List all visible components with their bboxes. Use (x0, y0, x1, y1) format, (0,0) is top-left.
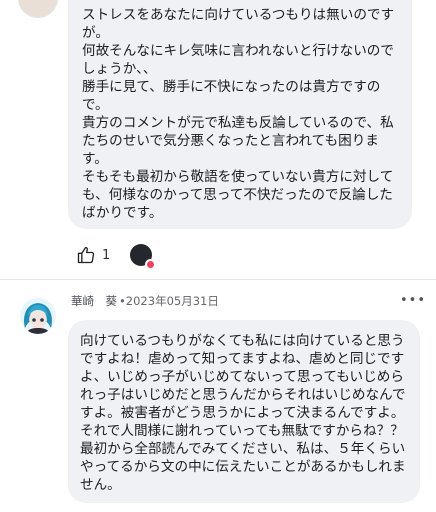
comment-meta: 華崎 葵 • 2023年05月31日 (71, 293, 219, 309)
thumbs-up-icon (76, 245, 96, 265)
comment-bubble: 向けているつもりがなくても私には向けていると思うですよね！虐めって知ってますよね… (68, 320, 420, 503)
comment-text: 向けているつもりがなくても私には向けていると思うですよね！虐めって知ってますよね… (80, 333, 406, 493)
avatar-top[interactable] (18, 0, 58, 18)
avatar[interactable] (20, 298, 56, 334)
more-options-button[interactable]: ••• (400, 293, 426, 308)
meta-separator: • (119, 294, 126, 308)
comment-bubble: ストレスをあなたに向けているつもりは無いのですが。 何故そんなにキレ気味に言われ… (68, 0, 412, 229)
like-button[interactable]: 1 (76, 245, 110, 265)
like-count: 1 (102, 247, 111, 263)
heart-icon (145, 259, 157, 270)
reactor-avatar[interactable] (130, 244, 157, 270)
comment-date: 2023年05月31日 (125, 294, 219, 308)
divider (0, 279, 436, 280)
comment-text: ストレスをあなたに向けているつもりは無いのですが。 何故そんなにキレ気味に言われ… (82, 7, 395, 221)
reaction-row: 1 (76, 242, 157, 270)
author-name[interactable]: 華崎 葵 (71, 293, 117, 309)
